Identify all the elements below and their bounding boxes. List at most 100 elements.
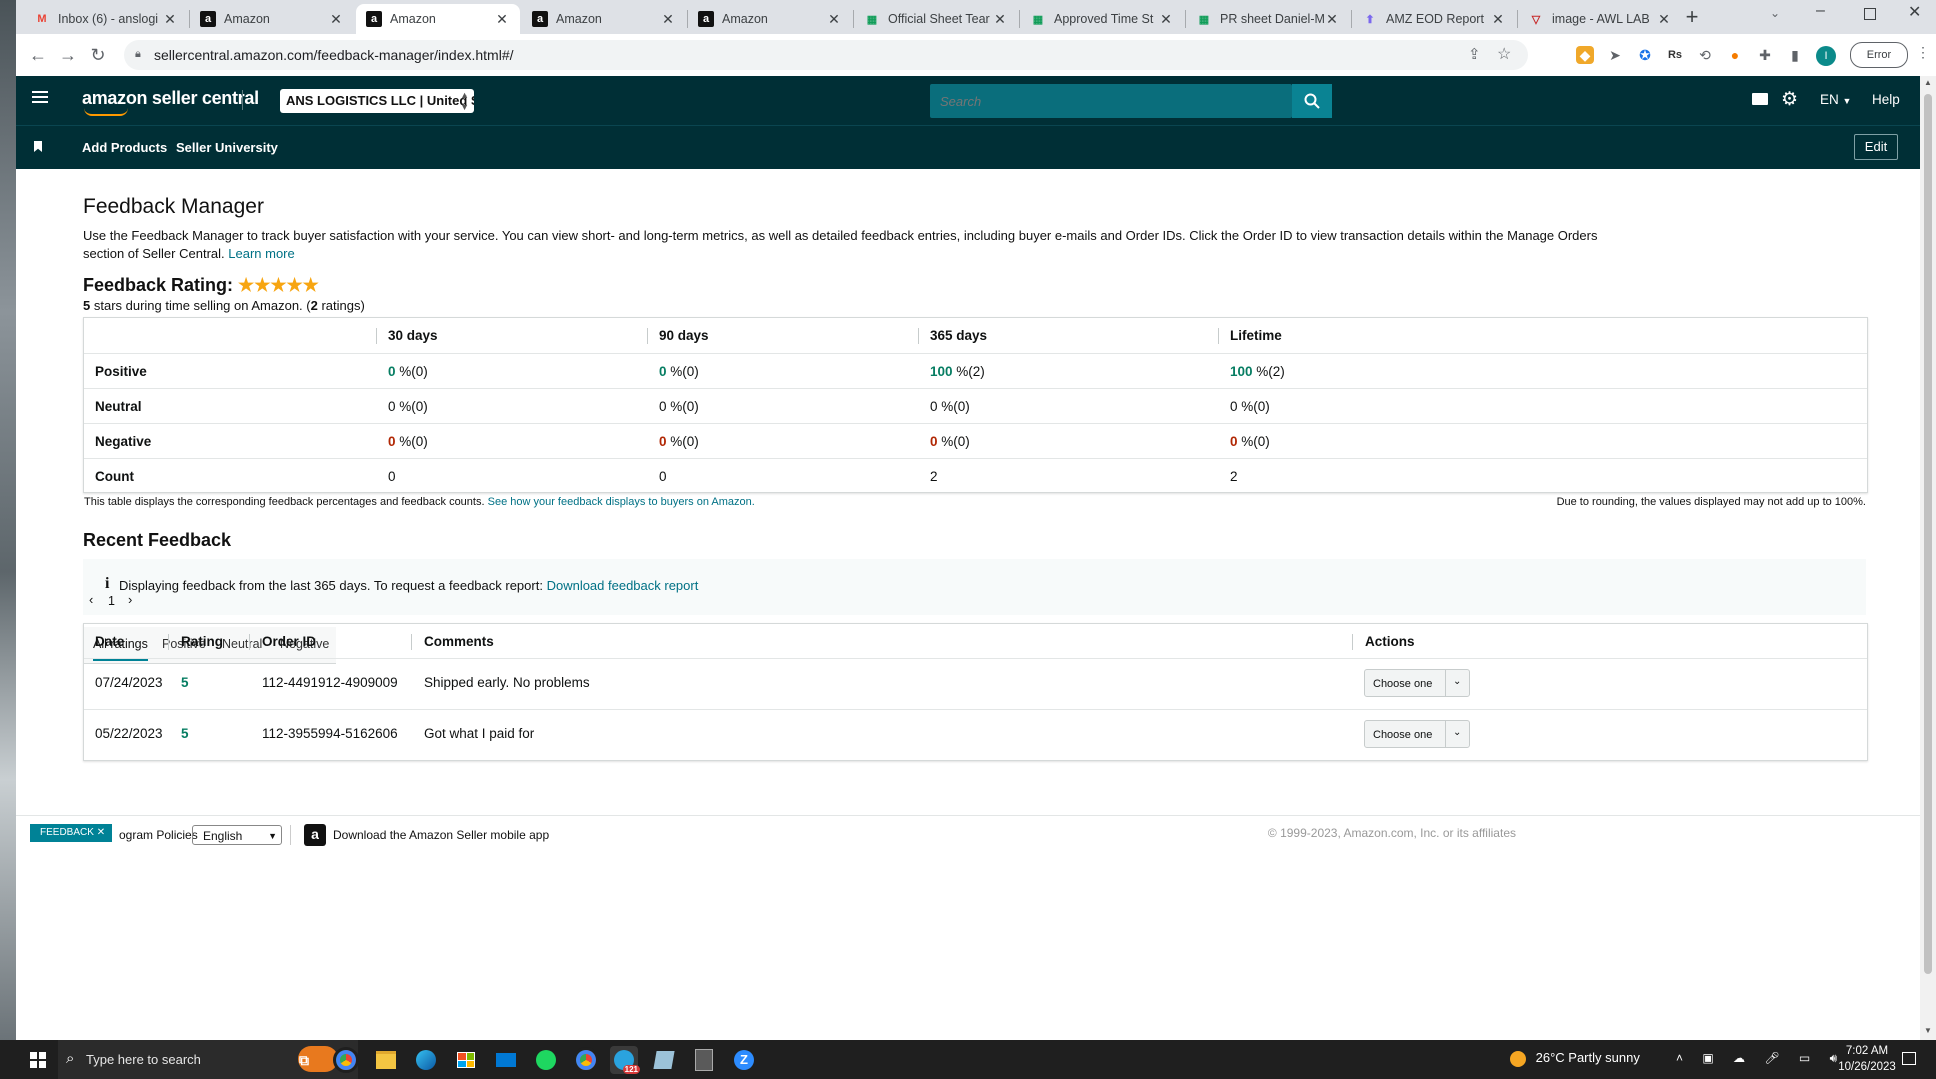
browser-tab[interactable]: ⬆ AMZ EOD Report ✕ [1352,4,1516,34]
mail-icon[interactable] [492,1046,520,1074]
close-tab-icon[interactable]: ✕ [1324,11,1340,28]
close-tab-icon[interactable]: ✕ [162,11,178,28]
feedback-floating-tab[interactable]: FEEDBACK ✕ [30,824,112,842]
new-tab-button[interactable]: + [1680,6,1704,30]
browser-tab[interactable]: ▦ PR sheet Daniel-M ✕ [1186,4,1350,34]
metric-value: 2 [930,469,938,484]
intro-text-1: Use the Feedback Manager to track buyer … [83,228,1598,243]
close-icon[interactable]: ✕ [97,827,105,838]
chrome-taskbar-icon[interactable] [332,1046,360,1074]
close-tab-icon[interactable]: ✕ [328,11,344,28]
metrics-cell: 0 %(0) [1230,399,1270,414]
browser-tab[interactable]: a Amazon ✕ [688,4,852,34]
browser-tab[interactable]: M Inbox (6) - anslogi ✕ [24,4,188,34]
actions-dropdown[interactable]: Choose one ⌄ [1364,720,1470,748]
next-page-icon[interactable]: › [128,592,132,607]
page-number[interactable]: 1 [108,594,115,608]
extension-honey-icon[interactable]: ◆ [1576,46,1594,64]
mobile-app-link[interactable]: Download the Amazon Seller mobile app [333,828,549,842]
forward-icon[interactable]: → [56,43,80,67]
close-tab-icon[interactable]: ✕ [992,11,1008,28]
extension-orange-icon[interactable]: ● [1726,46,1744,64]
metric-percent: %(0) [395,399,428,414]
notifications-icon[interactable] [1902,1052,1916,1065]
download-report-link[interactable]: Download feedback report [547,578,699,593]
help-link[interactable]: Help [1872,92,1900,107]
task-view-icon[interactable]: ⧉ [290,1046,318,1074]
recent-feedback-title: Recent Feedback [83,530,232,550]
edge-icon[interactable] [412,1046,440,1074]
language-code: EN [1820,92,1839,107]
search-input[interactable] [930,84,1290,118]
close-window-button[interactable]: ✕ [1908,2,1921,22]
clock[interactable]: 7:02 AM 10/26/2023 [1836,1043,1898,1075]
spotify-icon[interactable] [532,1046,560,1074]
scrollbar-thumb[interactable] [1924,94,1932,974]
column-separator [1218,328,1219,344]
chrome-profile-taskbar-icon[interactable] [572,1046,600,1074]
column-separator [647,328,648,344]
bookmark-icon[interactable] [34,141,42,152]
order-id-link[interactable]: 112-4491912-4909009 [262,675,398,690]
error-chip[interactable]: Error [1850,42,1908,68]
system-tray-icons[interactable]: ˄ ▣ ☁ 🎤︎ ▭ 🔊︎ [1676,1051,1845,1066]
account-switcher[interactable]: ANS LOGISTICS LLC | United S... ▲ ▼ [280,89,474,113]
share-icon[interactable]: ⇪ [1468,45,1481,63]
minimize-button[interactable]: – [1816,2,1825,20]
subnav-seller-university[interactable]: Seller University [176,140,278,155]
search-button[interactable] [1292,84,1332,118]
chrome-menu-icon[interactable]: ⋮ [1916,44,1930,61]
close-tab-icon[interactable]: ✕ [1158,11,1174,28]
close-tab-icon[interactable]: ✕ [1656,11,1672,28]
seller-central-logo[interactable]: amazon seller central [82,88,259,116]
back-icon[interactable]: ← [26,43,50,67]
scroll-down-icon[interactable]: ▼ [1924,1026,1932,1035]
hamburger-menu-icon[interactable] [32,91,48,103]
reload-icon[interactable]: ↻ [86,43,110,67]
page-scrollbar[interactable]: ▲ ▼ [1920,76,1936,1040]
messages-mail-icon[interactable] [1752,93,1768,105]
browser-tab[interactable]: a Amazon ✕ [190,4,354,34]
settings-gear-icon[interactable]: ⚙ [1781,88,1798,111]
tab-search-icon[interactable]: ⌄ [1770,6,1780,20]
edit-nav-button[interactable]: Edit [1854,134,1898,160]
scroll-up-icon[interactable]: ▲ [1924,78,1932,87]
profile-avatar[interactable]: I [1816,46,1836,66]
address-bar[interactable]: 🔒︎ sellercentral.amazon.com/feedback-man… [124,40,1528,70]
language-select[interactable]: English ▼ [192,825,282,845]
browser-tab[interactable]: ▽ image - AWL LAB ✕ [1518,4,1682,34]
close-tab-icon[interactable]: ✕ [494,11,510,28]
order-id-link[interactable]: 112-3955994-5162606 [262,726,398,741]
file-explorer-icon[interactable] [372,1046,400,1074]
browser-tab[interactable]: a Amazon ✕ [356,4,520,34]
actions-dropdown[interactable]: Choose one ⌄ [1364,669,1470,697]
side-panel-icon[interactable]: ▮ [1786,46,1804,64]
extension-sync-icon[interactable]: ⟲ [1696,46,1714,64]
restore-button[interactable] [1864,8,1876,20]
browser-tab[interactable]: a Amazon ✕ [522,4,686,34]
close-tab-icon[interactable]: ✕ [1490,11,1506,28]
calculator-icon[interactable] [690,1046,718,1074]
extension-rs-icon[interactable]: Rs [1666,46,1684,64]
weather-widget[interactable]: 26°C Partly sunny [1510,1050,1640,1067]
feedback-display-link[interactable]: See how your feedback displays to buyers… [488,496,755,508]
notepad-icon[interactable] [650,1046,678,1074]
windows-start-icon[interactable] [30,1052,46,1068]
extensions-puzzle-icon[interactable]: ✚ [1756,46,1774,64]
store-icon[interactable] [452,1046,480,1074]
close-tab-icon[interactable]: ✕ [660,11,676,28]
bookmark-star-icon[interactable]: ☆ [1497,44,1511,64]
prev-page-icon[interactable]: ‹ [89,592,93,607]
browser-tab[interactable]: ▦ Official Sheet Tear ✕ [854,4,1018,34]
subnav-add-products[interactable]: Add Products [82,140,167,155]
browser-tab[interactable]: ▦ Approved Time St ✕ [1020,4,1184,34]
learn-more-link[interactable]: Learn more [228,246,294,261]
program-policies-link[interactable]: ogram Policies [119,828,198,842]
extension-blue-icon[interactable]: ✪ [1636,46,1654,64]
extension-cursor-icon[interactable]: ➤ [1606,46,1624,64]
close-tab-icon[interactable]: ✕ [826,11,842,28]
telegram-icon[interactable]: 121 [610,1046,640,1074]
language-selector[interactable]: EN ▼ [1820,92,1851,107]
global-search[interactable] [930,84,1292,118]
zoom-icon[interactable]: Z [730,1046,758,1074]
